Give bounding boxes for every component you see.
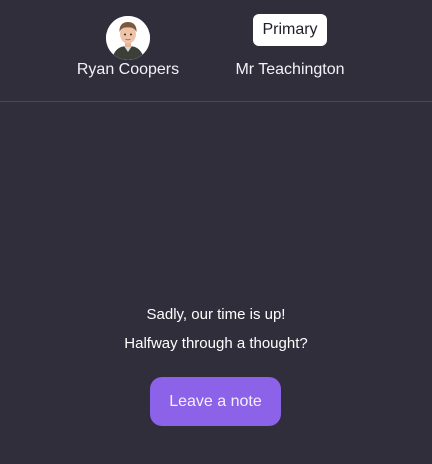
avatar [106,16,150,60]
session-end-message: Sadly, our time is up! Halfway through a… [0,303,432,356]
leave-note-button[interactable]: Leave a note [150,377,281,426]
session-ended-screen: Ryan Coopers Primary Mr Teachington Sadl… [0,0,432,464]
student-name: Ryan Coopers [76,61,180,78]
halfway-prompt-text: Halfway through a thought? [124,335,308,352]
time-up-text: Sadly, our time is up! [146,306,286,323]
teacher-role-badge: Primary [253,14,327,46]
session-header: Ryan Coopers Primary Mr Teachington [0,0,432,102]
teacher-name: Mr Teachington [235,61,345,78]
student-photo-icon [106,16,150,60]
